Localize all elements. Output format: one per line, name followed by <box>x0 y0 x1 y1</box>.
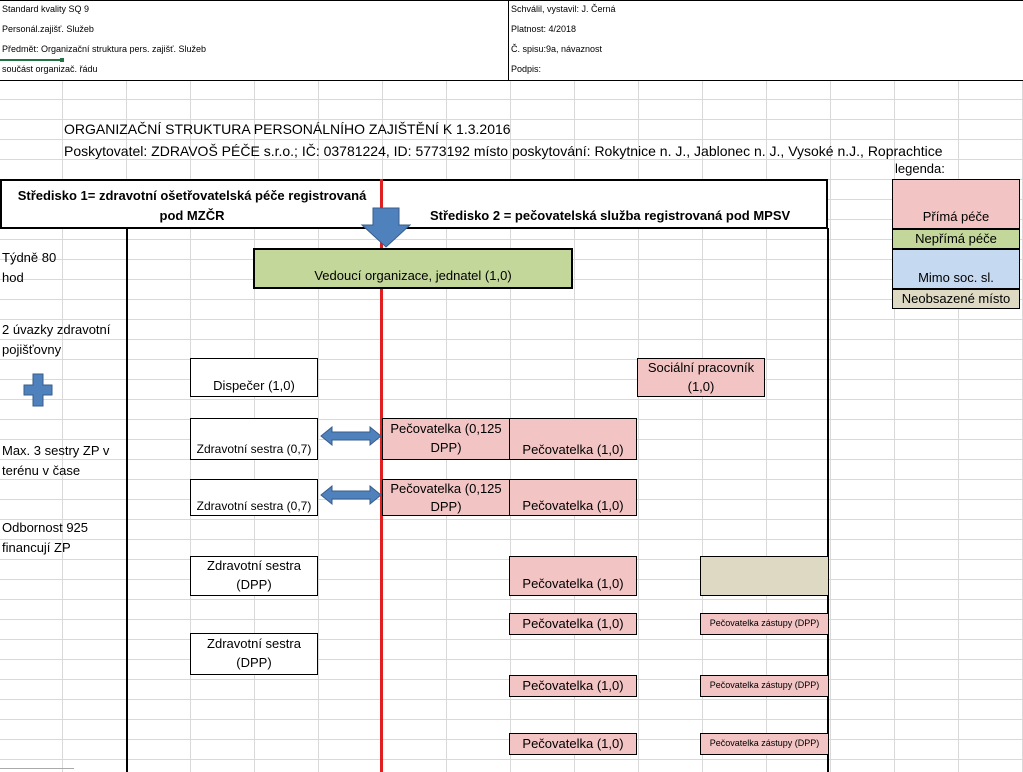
plus-icon <box>23 373 53 407</box>
weekly-hours-line2[interactable]: hod <box>2 268 56 288</box>
weekly-hours-line1[interactable]: Týdně 80 <box>2 248 56 268</box>
nurse-dpp-line1: Zdravotní sestra <box>207 636 301 652</box>
carer-box[interactable]: Pečovatelka (1,0) <box>509 556 637 596</box>
expertise-note: Odbornost 925 financují ZP <box>2 518 88 558</box>
legend-indirect-care[interactable]: Nepřímá péče <box>892 229 1020 249</box>
center2-label[interactable]: Středisko 2 = pečovatelská služba regist… <box>430 208 790 223</box>
insurance-line2[interactable]: pojišťovny <box>2 340 110 360</box>
carer-dpp-line1: Pečovatelka (0,125 <box>390 480 502 496</box>
legend-vacant[interactable]: Neobsazené místo <box>892 289 1020 309</box>
header-row: Personál.zajišť. Služeb Platnost: 4/2018 <box>0 20 1023 41</box>
carer-box[interactable]: Pečovatelka (1,0) <box>509 418 637 460</box>
fill-handle[interactable] <box>60 58 64 62</box>
carer-dpp-box[interactable]: Pečovatelka (0,125 DPP) <box>382 418 510 460</box>
carer-dpp-box[interactable]: Pečovatelka (0,125 DPP) <box>382 479 510 516</box>
header-cell-left[interactable]: Standard kvality SQ 9 <box>2 4 89 14</box>
header-cell-right[interactable]: Podpis: <box>511 64 541 74</box>
social-worker-line1: Sociální pracovník <box>647 359 755 375</box>
header-cell-left[interactable]: Předmět: Organizační struktura pers. zaj… <box>2 44 206 54</box>
dispatcher-box[interactable]: Dispečer (1,0) <box>190 358 318 397</box>
carer-dpp-line1: Pečovatelka (0,125 <box>390 421 502 437</box>
header-cell-right[interactable]: Schválil, vystavil: J. Černá <box>511 4 616 14</box>
header-row: Standard kvality SQ 9 Schválil, vystavil… <box>0 0 1023 21</box>
header-top-border <box>0 0 1023 1</box>
nurse-dpp-line2: (DPP) <box>236 577 272 592</box>
double-arrow-icon <box>320 485 382 505</box>
insurance-line1[interactable]: 2 úvazky zdravotní <box>2 320 110 340</box>
carer-box[interactable]: Pečovatelka (1,0) <box>509 479 637 516</box>
weekly-hours-note: Týdně 80 hod <box>2 248 56 288</box>
expertise-line2[interactable]: financují ZP <box>2 538 88 558</box>
double-arrow-icon <box>320 426 382 446</box>
legend-title[interactable]: legenda: <box>895 161 945 176</box>
nurses-line1[interactable]: Max. 3 sestry ZP v <box>2 441 109 461</box>
vacant-position-box[interactable] <box>700 556 829 596</box>
header-row: součást organizač. řádu Podpis: <box>0 60 1023 81</box>
carer-substitute-box[interactable]: Pečovatelka zástupy (DPP) <box>700 733 829 755</box>
nurse-dpp-box[interactable]: Zdravotní sestra (DPP) <box>190 556 318 596</box>
nurse-dpp-line2: (DPP) <box>236 655 272 670</box>
header-cell-right[interactable]: Platnost: 4/2018 <box>511 24 576 34</box>
header-row: Předmět: Organizační struktura pers. zaj… <box>0 40 1023 61</box>
header-cell-left[interactable]: součást organizač. řádu <box>2 64 98 74</box>
active-cell-cursor <box>0 59 62 61</box>
legend-direct-care[interactable]: Přímá péče <box>892 179 1020 229</box>
nurse-box[interactable]: Zdravotní sestra (0,7) <box>190 418 318 460</box>
nurses-note: Max. 3 sestry ZP v terénu v čase <box>2 441 109 481</box>
provider-info[interactable]: Poskytovatel: ZDRAVOŠ PÉČE s.r.o.; IČ: 0… <box>64 143 943 159</box>
head-of-organization-box[interactable]: Vedoucí organizace, jednatel (1,0) <box>253 248 573 289</box>
header-divider <box>508 0 509 80</box>
header-cell-left[interactable]: Personál.zajišť. Služeb <box>2 24 94 34</box>
carer-box[interactable]: Pečovatelka (1,0) <box>509 733 637 755</box>
nurse-dpp-line1: Zdravotní sestra <box>207 558 301 574</box>
carer-dpp-line2: DPP) <box>430 440 462 455</box>
carer-substitute-box[interactable]: Pečovatelka zástupy (DPP) <box>700 613 829 635</box>
insurance-note: 2 úvazky zdravotní pojišťovny <box>2 320 110 360</box>
social-worker-box[interactable]: Sociální pracovník (1,0) <box>637 358 765 397</box>
legend-outside-social[interactable]: Mimo soc. sl. <box>892 249 1020 289</box>
nurse-box[interactable]: Zdravotní sestra (0,7) <box>190 479 318 516</box>
center1-label[interactable]: Středisko 1= zdravotní ošetřovatelská pé… <box>4 186 380 226</box>
nurse-dpp-box[interactable]: Zdravotní sestra (DPP) <box>190 633 318 675</box>
down-arrow-icon <box>360 207 412 248</box>
nurses-line2[interactable]: terénu v čase <box>2 461 109 481</box>
carer-substitute-box[interactable]: Pečovatelka zástupy (DPP) <box>700 675 829 697</box>
carer-box[interactable]: Pečovatelka (1,0) <box>509 675 637 697</box>
carer-box[interactable]: Pečovatelka (1,0) <box>509 613 637 635</box>
carer-dpp-line2: DPP) <box>430 498 462 514</box>
expertise-line1[interactable]: Odbornost 925 <box>2 518 88 538</box>
sheet-bottom-edge <box>0 768 74 769</box>
header-cell-right[interactable]: Č. spisu:9a, návaznost <box>511 44 602 54</box>
social-worker-line2: (1,0) <box>687 378 715 394</box>
document-title[interactable]: ORGANIZAČNÍ STRUKTURA PERSONÁLNÍHO ZAJIŠ… <box>64 121 511 137</box>
